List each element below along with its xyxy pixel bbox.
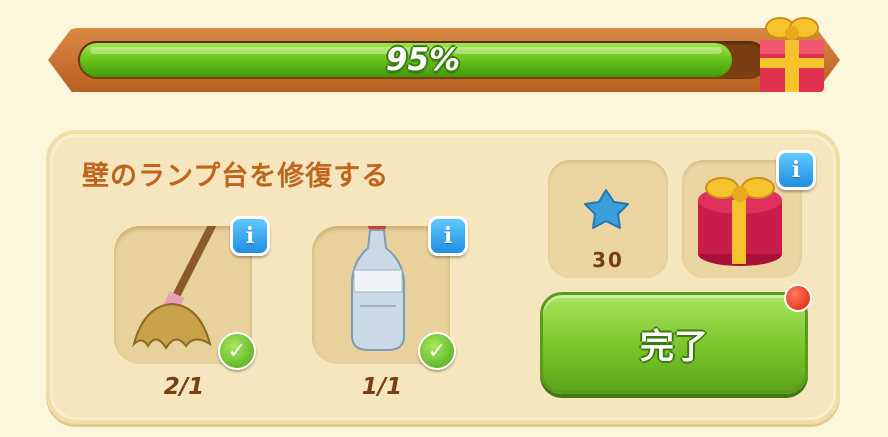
requirement-count: 2/1 [163, 374, 205, 400]
info-button[interactable]: i [428, 216, 468, 256]
info-button[interactable]: i [230, 216, 270, 256]
reward-count: 30 [592, 248, 624, 272]
complete-button-label: 完了 [640, 326, 708, 367]
checkmark-icon: ✓ [418, 332, 456, 370]
info-button[interactable]: i [776, 150, 816, 190]
gift-box-icon[interactable] [752, 6, 832, 96]
notification-dot [784, 284, 812, 312]
requirement-count: 1/1 [361, 374, 403, 400]
checkmark-icon: ✓ [218, 332, 256, 370]
complete-button[interactable]: 完了 [540, 292, 808, 394]
progress-label: 95% [385, 42, 461, 78]
blue-star-icon [584, 189, 629, 229]
quest-title: 壁のランプ台を修復する [82, 161, 390, 192]
